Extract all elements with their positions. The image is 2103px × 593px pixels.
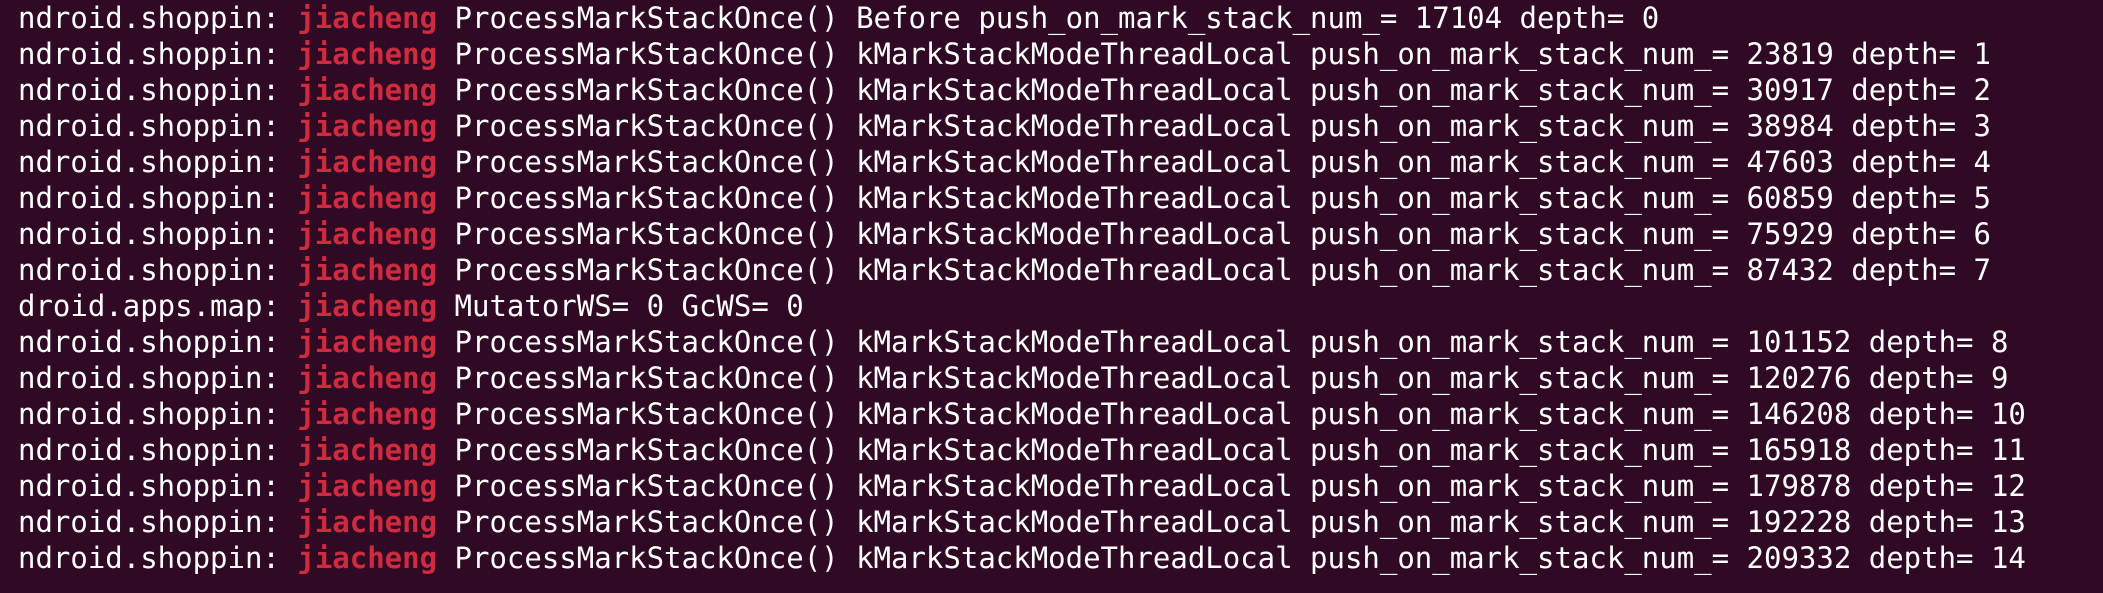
log-line: ndroid.shoppin: jiacheng ProcessMarkStac… <box>18 216 2026 252</box>
log-tag: jiacheng <box>297 541 438 575</box>
log-source: ndroid.shoppin: <box>18 109 280 143</box>
log-source: ndroid.shoppin: <box>18 325 280 359</box>
log-tag: jiacheng <box>297 217 438 251</box>
log-tag: jiacheng <box>297 469 438 503</box>
log-message: ProcessMarkStackOnce() kMarkStackModeThr… <box>454 325 2009 359</box>
log-tag: jiacheng <box>297 109 438 143</box>
log-line: ndroid.shoppin: jiacheng ProcessMarkStac… <box>18 468 2026 504</box>
log-line: ndroid.shoppin: jiacheng ProcessMarkStac… <box>18 396 2026 432</box>
log-tag: jiacheng <box>297 181 438 215</box>
log-tag: jiacheng <box>297 397 438 431</box>
log-tag: jiacheng <box>297 505 438 539</box>
log-source: ndroid.shoppin: <box>18 469 280 503</box>
log-message: ProcessMarkStackOnce() kMarkStackModeThr… <box>454 469 2026 503</box>
log-tag: jiacheng <box>297 1 438 35</box>
terminal-window[interactable]: ndroid.shoppin: jiacheng ProcessMarkStac… <box>0 0 2103 593</box>
log-source: ndroid.shoppin: <box>18 37 280 71</box>
log-message: ProcessMarkStackOnce() Before push_on_ma… <box>454 1 1660 35</box>
log-source: ndroid.shoppin: <box>18 361 280 395</box>
log-tag: jiacheng <box>297 361 438 395</box>
log-tag: jiacheng <box>297 145 438 179</box>
log-source: ndroid.shoppin: <box>18 253 280 287</box>
log-source: ndroid.shoppin: <box>18 217 280 251</box>
log-tag: jiacheng <box>297 253 438 287</box>
log-line: ndroid.shoppin: jiacheng ProcessMarkStac… <box>18 108 2026 144</box>
log-message: ProcessMarkStackOnce() kMarkStackModeThr… <box>454 217 1991 251</box>
log-line: ndroid.shoppin: jiacheng ProcessMarkStac… <box>18 36 2026 72</box>
log-message: ProcessMarkStackOnce() kMarkStackModeThr… <box>454 37 1991 71</box>
log-line: ndroid.shoppin: jiacheng ProcessMarkStac… <box>18 504 2026 540</box>
log-line: ndroid.shoppin: jiacheng ProcessMarkStac… <box>18 180 2026 216</box>
log-message: ProcessMarkStackOnce() kMarkStackModeThr… <box>454 361 2009 395</box>
log-tag: jiacheng <box>297 433 438 467</box>
log-source: ndroid.shoppin: <box>18 433 280 467</box>
log-tag: jiacheng <box>297 37 438 71</box>
log-message: ProcessMarkStackOnce() kMarkStackModeThr… <box>454 109 1991 143</box>
log-source: ndroid.shoppin: <box>18 505 280 539</box>
log-tag: jiacheng <box>297 73 438 107</box>
log-message: ProcessMarkStackOnce() kMarkStackModeThr… <box>454 433 2026 467</box>
log-message: ProcessMarkStackOnce() kMarkStackModeThr… <box>454 253 1991 287</box>
log-output: ndroid.shoppin: jiacheng ProcessMarkStac… <box>18 0 2026 576</box>
log-tag: jiacheng <box>297 289 438 323</box>
log-message: ProcessMarkStackOnce() kMarkStackModeThr… <box>454 397 2026 431</box>
log-message: ProcessMarkStackOnce() kMarkStackModeThr… <box>454 541 2026 575</box>
log-source: ndroid.shoppin: <box>18 541 280 575</box>
log-line: droid.apps.map: jiacheng MutatorWS= 0 Gc… <box>18 288 2026 324</box>
log-line: ndroid.shoppin: jiacheng ProcessMarkStac… <box>18 432 2026 468</box>
log-source: ndroid.shoppin: <box>18 1 280 35</box>
log-line: ndroid.shoppin: jiacheng ProcessMarkStac… <box>18 72 2026 108</box>
log-tag: jiacheng <box>297 325 438 359</box>
log-line: ndroid.shoppin: jiacheng ProcessMarkStac… <box>18 252 2026 288</box>
log-line: ndroid.shoppin: jiacheng ProcessMarkStac… <box>18 360 2026 396</box>
log-source: droid.apps.map: <box>18 289 280 323</box>
log-message: ProcessMarkStackOnce() kMarkStackModeThr… <box>454 73 1991 107</box>
log-line: ndroid.shoppin: jiacheng ProcessMarkStac… <box>18 540 2026 576</box>
log-source: ndroid.shoppin: <box>18 73 280 107</box>
log-line: ndroid.shoppin: jiacheng ProcessMarkStac… <box>18 144 2026 180</box>
log-message: ProcessMarkStackOnce() kMarkStackModeThr… <box>454 145 1991 179</box>
log-source: ndroid.shoppin: <box>18 397 280 431</box>
log-line: ndroid.shoppin: jiacheng ProcessMarkStac… <box>18 0 2026 36</box>
log-source: ndroid.shoppin: <box>18 181 280 215</box>
log-message: ProcessMarkStackOnce() kMarkStackModeThr… <box>454 505 2026 539</box>
log-source: ndroid.shoppin: <box>18 145 280 179</box>
log-message: ProcessMarkStackOnce() kMarkStackModeThr… <box>454 181 1991 215</box>
log-message: MutatorWS= 0 GcWS= 0 <box>454 289 804 323</box>
log-line: ndroid.shoppin: jiacheng ProcessMarkStac… <box>18 324 2026 360</box>
